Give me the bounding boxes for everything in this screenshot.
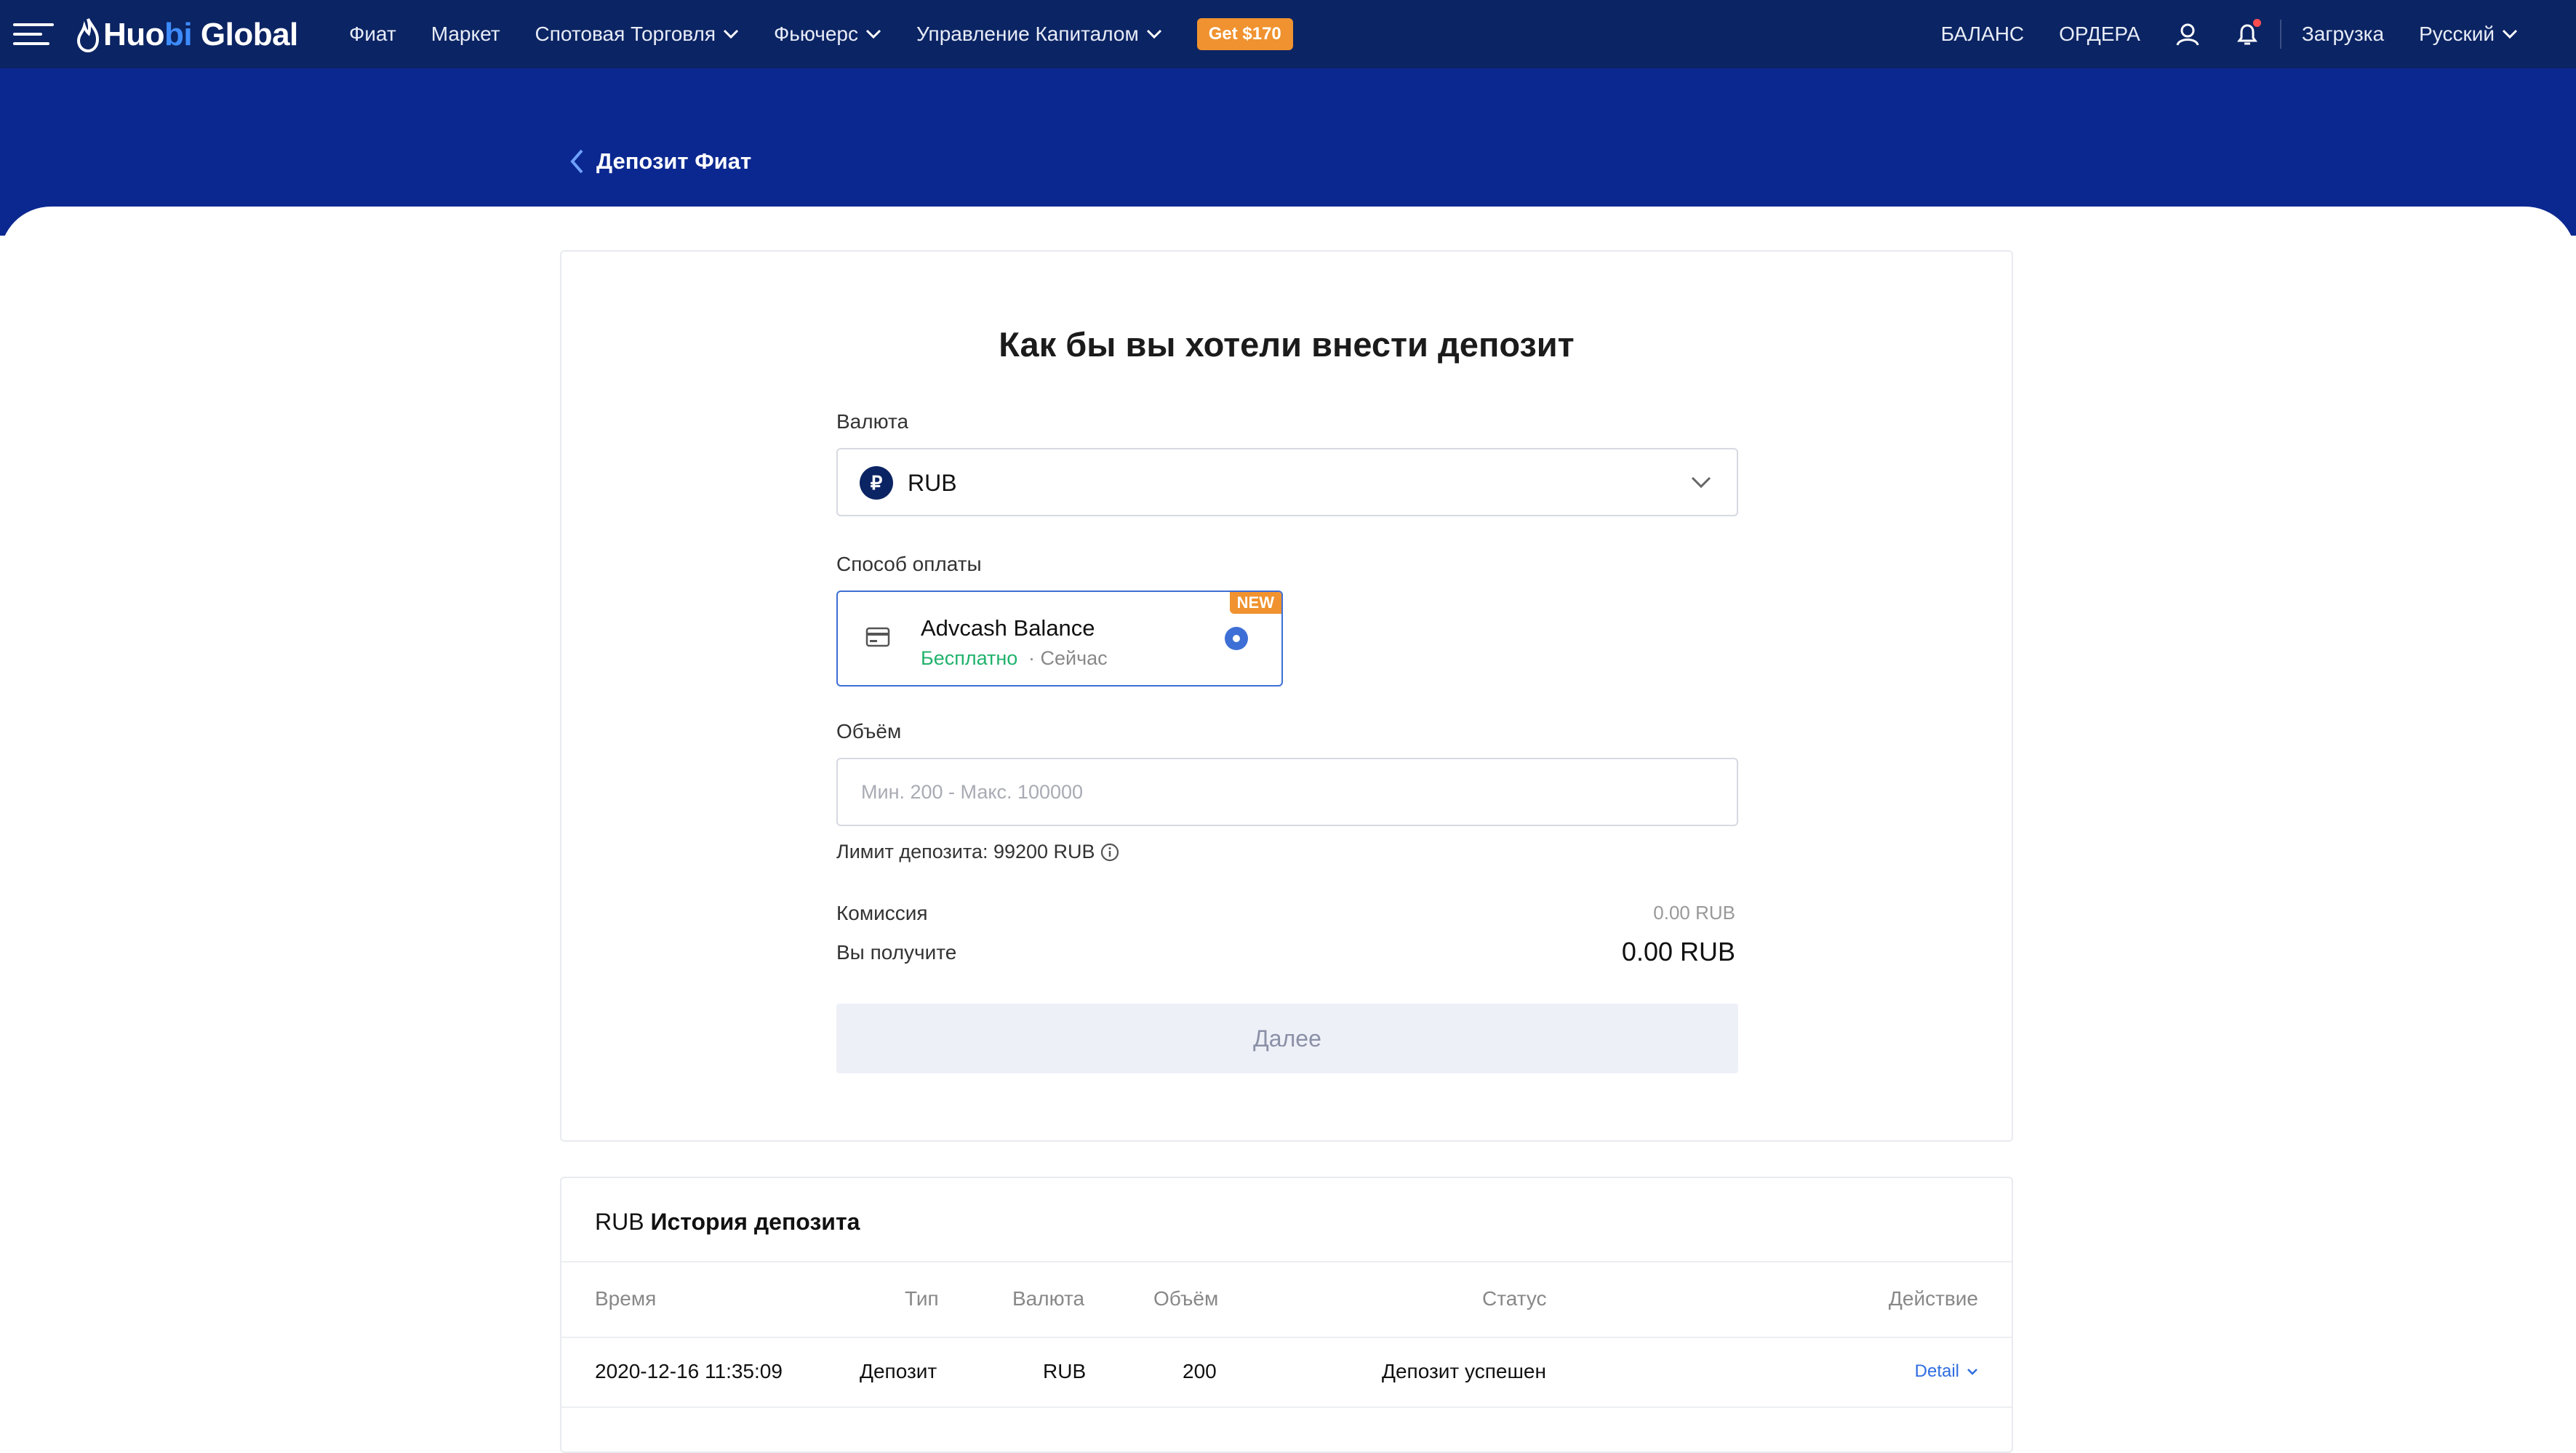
menu-icon[interactable] bbox=[13, 20, 54, 48]
col-status: Статус bbox=[1482, 1287, 1547, 1310]
payment-radio-selected[interactable] bbox=[1225, 627, 1248, 650]
notification-dot bbox=[2252, 19, 2261, 27]
chevron-down-icon bbox=[1146, 29, 1161, 39]
deposit-limit: Лимит депозита: 99200 RUB bbox=[836, 841, 1120, 863]
chevron-left-icon bbox=[570, 149, 583, 174]
top-navbar: Huobi Global Фиат Маркет Спотовая Торгов… bbox=[0, 0, 2576, 68]
language-selector[interactable]: Русский bbox=[2419, 23, 2518, 46]
col-action: Действие bbox=[1888, 1287, 1978, 1310]
history-divider bbox=[561, 1337, 2012, 1338]
deposit-title: Как бы вы хотели внести депозит bbox=[999, 325, 1575, 364]
history-divider bbox=[561, 1406, 2012, 1408]
col-time: Время bbox=[595, 1287, 657, 1310]
chevron-down-icon bbox=[2502, 29, 2518, 39]
col-type: Тип bbox=[905, 1287, 939, 1310]
nav-spot-trading[interactable]: Спотовая Торговля bbox=[535, 23, 739, 46]
next-button[interactable]: Далее bbox=[836, 1004, 1738, 1073]
payment-method-fee: Бесплатно bbox=[921, 647, 1018, 669]
user-icon[interactable] bbox=[2175, 22, 2200, 47]
row-time: 2020-12-16 11:35:09 bbox=[595, 1360, 783, 1382]
deposit-history: RUB История депозита Время Тип Валюта Об… bbox=[560, 1177, 2013, 1453]
nav-divider bbox=[2279, 20, 2281, 49]
history-divider bbox=[561, 1261, 2012, 1262]
main-nav: Фиат Маркет Спотовая Торговля Фьючерс Уп… bbox=[349, 0, 1293, 68]
chevron-down-icon bbox=[1691, 476, 1711, 489]
chevron-down-icon bbox=[723, 29, 739, 39]
nav-download[interactable]: Загрузка bbox=[2302, 23, 2384, 46]
payment-method-name: Advcash Balance bbox=[921, 615, 1095, 641]
new-badge: NEW bbox=[1229, 592, 1281, 614]
payment-method-label: Способ оплаты bbox=[836, 553, 982, 575]
account-nav: БАЛАНС ОРДЕРА Загрузка Русский bbox=[1941, 0, 2518, 68]
fee-value: 0.00 RUB bbox=[1653, 902, 1735, 924]
row-detail-link[interactable]: Detail bbox=[1915, 1361, 1978, 1382]
currency-select[interactable]: ₽ RUB bbox=[836, 448, 1738, 516]
nav-asset-management[interactable]: Управление Капиталом bbox=[916, 23, 1162, 46]
currency-value: RUB bbox=[908, 470, 957, 496]
receive-label: Вы получите bbox=[836, 941, 957, 964]
nav-balance[interactable]: БАЛАНС bbox=[1941, 23, 2025, 46]
deposit-limit-text: Лимит депозита: 99200 RUB bbox=[836, 841, 1095, 862]
payment-method-time: · Сейчас bbox=[1028, 647, 1108, 669]
back-link[interactable]: Депозит Фиат bbox=[569, 148, 751, 175]
page-heading: Депозит Фиат bbox=[596, 148, 752, 174]
chevron-down-icon bbox=[865, 29, 881, 39]
deposit-card: Как бы вы хотели внести депозит Валюта ₽… bbox=[560, 250, 2013, 1142]
row-amount: 200 bbox=[1183, 1360, 1217, 1382]
receive-value: 0.00 RUB bbox=[1621, 937, 1735, 966]
ruble-icon: ₽ bbox=[860, 466, 893, 500]
chevron-down-icon bbox=[1967, 1369, 1977, 1375]
history-title: RUB История депозита bbox=[595, 1209, 860, 1235]
nav-market[interactable]: Маркет bbox=[431, 23, 500, 46]
credit-card-icon bbox=[865, 627, 890, 647]
nav-fiat[interactable]: Фиат bbox=[349, 23, 396, 46]
fee-label: Комиссия bbox=[836, 902, 928, 924]
amount-input[interactable] bbox=[836, 758, 1738, 826]
currency-label: Валюта bbox=[836, 410, 909, 433]
row-status: Депозит успешен bbox=[1382, 1360, 1546, 1382]
flame-icon bbox=[77, 18, 99, 52]
notifications[interactable] bbox=[2235, 19, 2261, 47]
nav-futures[interactable]: Фьючерс bbox=[774, 23, 881, 46]
amount-label: Объём bbox=[836, 720, 902, 742]
info-icon[interactable] bbox=[1100, 842, 1120, 862]
logo[interactable]: Huobi Global bbox=[77, 13, 298, 57]
nav-orders[interactable]: ОРДЕРА bbox=[2059, 23, 2140, 46]
payment-method-option[interactable]: NEW Advcash Balance Бесплатно · Сейчас bbox=[836, 591, 1283, 687]
logo-text: Huobi Global bbox=[103, 17, 298, 52]
col-amount: Объём bbox=[1153, 1287, 1219, 1310]
row-type: Депозит bbox=[860, 1360, 937, 1382]
promo-badge[interactable]: Get $170 bbox=[1196, 18, 1293, 50]
col-currency: Валюта bbox=[1012, 1287, 1085, 1310]
row-currency: RUB bbox=[1043, 1360, 1087, 1382]
